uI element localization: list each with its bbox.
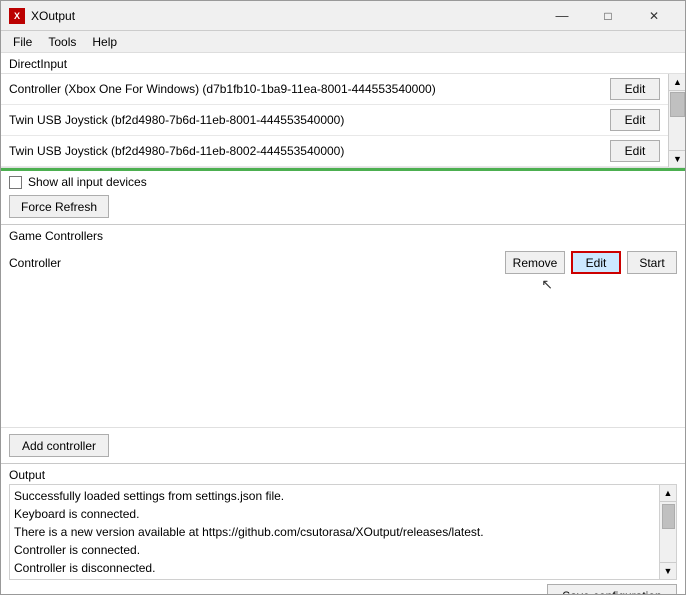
controller-list-area (1, 293, 685, 427)
show-all-row: Show all input devices (1, 171, 685, 193)
show-all-checkbox[interactable] (9, 176, 22, 189)
main-content: DirectInput Controller (Xbox One For Win… (1, 53, 685, 594)
title-bar: X XOutput — □ ✕ (1, 1, 685, 31)
device-list-wrapper: Controller (Xbox One For Windows) (d7b1f… (1, 73, 685, 168)
mouse-cursor: ↖ (541, 276, 553, 293)
title-bar-left: X XOutput (9, 8, 75, 24)
start-button[interactable]: Start (627, 251, 677, 274)
window-title: XOutput (31, 9, 75, 23)
game-controllers-label: Game Controllers (1, 225, 685, 245)
output-scrollbar[interactable]: ▲ ▼ (660, 484, 677, 580)
menu-bar: File Tools Help (1, 31, 685, 53)
log-line-0: Successfully loaded settings from settin… (14, 487, 655, 505)
output-section: Output Successfully loaded settings from… (1, 464, 685, 594)
output-footer: Save configuration (1, 580, 685, 594)
output-log-wrapper: Successfully loaded settings from settin… (9, 484, 677, 580)
direct-input-section: DirectInput Controller (Xbox One For Win… (1, 53, 685, 224)
device-name-2: Twin USB Joystick (bf2d4980-7b6d-11eb-80… (9, 113, 610, 127)
window: X XOutput — □ ✕ File Tools Help DirectIn… (0, 0, 686, 595)
add-controller-button[interactable]: Add controller (9, 434, 109, 457)
scroll-down-arrow[interactable]: ▼ (669, 150, 685, 167)
menu-tools[interactable]: Tools (40, 33, 84, 51)
edit-button-3[interactable]: Edit (610, 140, 660, 162)
game-controllers-section: Game Controllers Controller Remove Edit … (1, 225, 685, 463)
device-name-3: Twin USB Joystick (bf2d4980-7b6d-11eb-80… (9, 144, 610, 158)
device-row-1: Controller (Xbox One For Windows) (d7b1f… (1, 74, 668, 105)
title-controls: — □ ✕ (539, 1, 677, 31)
device-name-1: Controller (Xbox One For Windows) (d7b1f… (9, 82, 610, 96)
add-controller-row: Add controller (1, 427, 685, 463)
output-scroll-thumb[interactable] (662, 504, 675, 529)
log-line-4: Controller is disconnected. (14, 559, 655, 577)
menu-file[interactable]: File (5, 33, 40, 51)
remove-button[interactable]: Remove (505, 251, 565, 274)
maximize-button[interactable]: □ (585, 1, 631, 31)
scroll-up-arrow[interactable]: ▲ (669, 74, 685, 91)
direct-input-label: DirectInput (1, 53, 685, 73)
edit-button-1[interactable]: Edit (610, 78, 660, 100)
output-log[interactable]: Successfully loaded settings from settin… (9, 484, 660, 580)
device-row-3: Twin USB Joystick (bf2d4980-7b6d-11eb-80… (1, 136, 668, 167)
show-all-label[interactable]: Show all input devices (28, 175, 147, 189)
log-line-3: Controller is connected. (14, 541, 655, 559)
scroll-thumb[interactable] (670, 92, 685, 117)
edit-button-2[interactable]: Edit (610, 109, 660, 131)
close-button[interactable]: ✕ (631, 1, 677, 31)
cursor-area: ↖ (1, 276, 577, 293)
controller-label: Controller (9, 256, 499, 270)
output-scroll-down[interactable]: ▼ (660, 562, 676, 579)
menu-help[interactable]: Help (84, 33, 125, 51)
force-refresh-button[interactable]: Force Refresh (9, 195, 109, 218)
device-scrollbar[interactable]: ▲ ▼ (668, 74, 685, 167)
output-label: Output (1, 464, 685, 484)
device-list: Controller (Xbox One For Windows) (d7b1f… (1, 74, 668, 167)
controller-row: Controller Remove Edit Start (1, 245, 685, 280)
save-config-button[interactable]: Save configuration (547, 584, 677, 594)
minimize-button[interactable]: — (539, 1, 585, 31)
log-line-1: Keyboard is connected. (14, 505, 655, 523)
edit-highlighted-button[interactable]: Edit (571, 251, 621, 274)
log-line-2: There is a new version available at http… (14, 523, 655, 541)
force-refresh-row: Force Refresh (1, 193, 685, 224)
app-icon: X (9, 8, 25, 24)
device-row-2: Twin USB Joystick (bf2d4980-7b6d-11eb-80… (1, 105, 668, 136)
output-scroll-up[interactable]: ▲ (660, 485, 676, 502)
